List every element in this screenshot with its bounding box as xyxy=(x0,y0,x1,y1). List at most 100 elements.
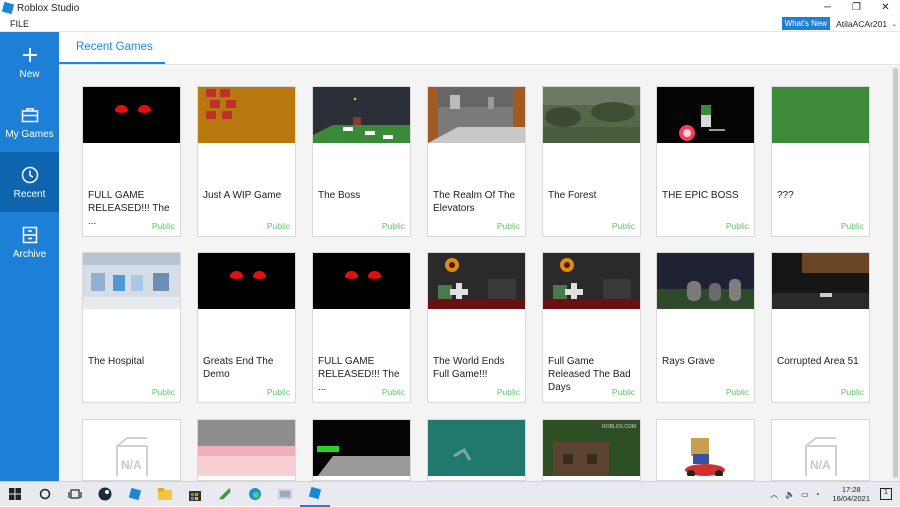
game-card[interactable] xyxy=(312,419,411,481)
game-thumbnail xyxy=(657,420,754,476)
game-title: Rays Grave xyxy=(662,356,715,367)
plus-icon xyxy=(20,45,40,65)
whats-new-button[interactable]: What's New xyxy=(781,17,831,30)
tab-recent-games[interactable]: Recent Games xyxy=(76,41,153,53)
game-title: The Realm Of The Elevators xyxy=(433,190,516,214)
game-thumbnail xyxy=(543,87,640,143)
close-button[interactable]: ✕ xyxy=(871,0,900,16)
game-title: The World Ends Full Game!!! xyxy=(433,356,505,380)
window-title: Roblox Studio xyxy=(17,2,80,14)
game-title: The Forest xyxy=(548,190,597,201)
game-thumbnail xyxy=(543,253,640,309)
game-card[interactable]: Just A WIP Game Public xyxy=(197,86,296,237)
game-card[interactable]: N/A xyxy=(771,419,870,481)
menu-bar: FILE What's New AtilaACAr201 ⌄ xyxy=(0,16,900,32)
chevron-up-icon[interactable]: ︿ xyxy=(770,489,778,500)
restore-button[interactable]: ❐ xyxy=(842,0,871,16)
game-thumbnail xyxy=(83,87,180,143)
steam-icon[interactable] xyxy=(90,482,120,507)
sidebar-item-new[interactable]: New xyxy=(0,32,59,92)
tab-bar: Recent Games xyxy=(59,32,900,65)
sidebar-item-label: Archive xyxy=(12,248,47,260)
sidebar-item-label: Recent xyxy=(13,188,46,200)
status-badge: Public xyxy=(840,221,864,231)
game-thumbnail: N/A xyxy=(772,420,869,476)
title-bar: Roblox Studio ─ ❐ ✕ xyxy=(0,0,900,16)
status-badge: Public xyxy=(151,221,175,231)
game-card[interactable]: Full Game Released The Bad Days Public xyxy=(542,252,641,403)
game-thumbnail xyxy=(428,420,525,476)
file-explorer-icon[interactable] xyxy=(150,482,180,507)
search-circle-icon[interactable] xyxy=(30,482,60,507)
status-badge: Public xyxy=(611,221,635,231)
game-card[interactable]: ROBLOX.COM xyxy=(542,419,641,481)
game-card[interactable]: The World Ends Full Game!!! Public xyxy=(427,252,526,403)
network-icon[interactable]: ◔ xyxy=(815,490,820,499)
status-badge: Public xyxy=(725,221,749,231)
edge-browser-icon[interactable] xyxy=(240,482,270,507)
sidebar-item-archive[interactable]: Archive xyxy=(0,212,59,272)
game-thumbnail xyxy=(772,87,869,143)
game-card[interactable]: N/A xyxy=(82,419,181,481)
chevron-down-icon[interactable]: ⌄ xyxy=(891,20,897,28)
game-thumbnail xyxy=(772,253,869,309)
game-thumbnail xyxy=(428,87,525,143)
roblox-studio-logo-icon xyxy=(1,1,15,15)
sidebar-item-label: New xyxy=(19,68,40,80)
game-card[interactable]: Corrupted Area 51 Public xyxy=(771,252,870,403)
photos-icon[interactable] xyxy=(270,482,300,507)
status-badge: Public xyxy=(725,387,749,397)
vertical-scrollbar[interactable] xyxy=(891,66,900,481)
game-card[interactable]: The Boss Public xyxy=(312,86,411,237)
game-card[interactable]: ??? Public xyxy=(771,86,870,237)
roblox-player-icon[interactable] xyxy=(120,482,150,507)
game-card[interactable]: Rays Grave Public xyxy=(656,252,755,403)
clock-icon xyxy=(20,165,40,185)
sidebar-item-recent[interactable]: Recent xyxy=(0,152,59,212)
notification-count: 1 xyxy=(884,489,888,496)
status-badge: Public xyxy=(496,387,520,397)
briefcase-icon xyxy=(20,105,40,125)
username-label[interactable]: AtilaACAr201 xyxy=(836,19,887,29)
game-thumbnail xyxy=(428,253,525,309)
main-content: Recent Games FULL GAME RELEASED!!! The .… xyxy=(59,32,900,481)
games-grid: FULL GAME RELEASED!!! The ... Public Jus… xyxy=(59,66,891,481)
windows-taskbar: ︿ 🔈 ▭ ◔ 17:28 16/04/2021 1 xyxy=(0,481,900,507)
game-card[interactable]: The Hospital Public xyxy=(82,252,181,403)
volume-icon[interactable]: 🔈 xyxy=(785,490,795,499)
status-badge: Public xyxy=(381,387,405,397)
game-thumbnail: N/A xyxy=(83,420,180,476)
game-title: ??? xyxy=(777,190,794,201)
game-card[interactable]: FULL GAME RELEASED!!! The ... Public xyxy=(312,252,411,403)
roblox-studio-taskbar-icon[interactable] xyxy=(300,482,330,507)
sidebar: New My Games Recent Archive xyxy=(0,32,59,481)
game-thumbnail: ROBLOX.COM xyxy=(543,420,640,476)
game-card[interactable]: Greats End The Demo Public xyxy=(197,252,296,403)
game-title: Greats End The Demo xyxy=(203,356,274,380)
game-card[interactable]: THE EPIC BOSS Public xyxy=(656,86,755,237)
minimize-button[interactable]: ─ xyxy=(813,0,842,16)
battery-icon[interactable]: ▭ xyxy=(801,490,809,499)
active-tab-indicator xyxy=(59,62,165,64)
sidebar-item-label: My Games xyxy=(5,128,54,140)
game-card[interactable]: FULL GAME RELEASED!!! The ... Public xyxy=(82,86,181,237)
status-badge: Public xyxy=(381,221,405,231)
game-card[interactable] xyxy=(197,419,296,481)
task-view-icon[interactable] xyxy=(60,482,90,507)
game-thumbnail xyxy=(313,420,410,476)
game-card[interactable] xyxy=(656,419,755,481)
file-menu[interactable]: FILE xyxy=(10,19,29,29)
game-card[interactable] xyxy=(427,419,526,481)
store-icon[interactable] xyxy=(180,482,210,507)
app-green-icon[interactable] xyxy=(210,482,240,507)
game-card[interactable]: The Forest Public xyxy=(542,86,641,237)
game-card[interactable]: The Realm Of The Elevators Public xyxy=(427,86,526,237)
game-thumbnail xyxy=(198,87,295,143)
notification-icon[interactable]: 1 xyxy=(880,488,892,500)
game-thumbnail xyxy=(313,87,410,143)
scrollbar-thumb[interactable] xyxy=(893,68,898,478)
windows-start-icon[interactable] xyxy=(0,482,30,507)
system-clock[interactable]: 17:28 16/04/2021 xyxy=(832,485,870,503)
archive-icon xyxy=(20,225,40,245)
sidebar-item-my-games[interactable]: My Games xyxy=(0,92,59,152)
